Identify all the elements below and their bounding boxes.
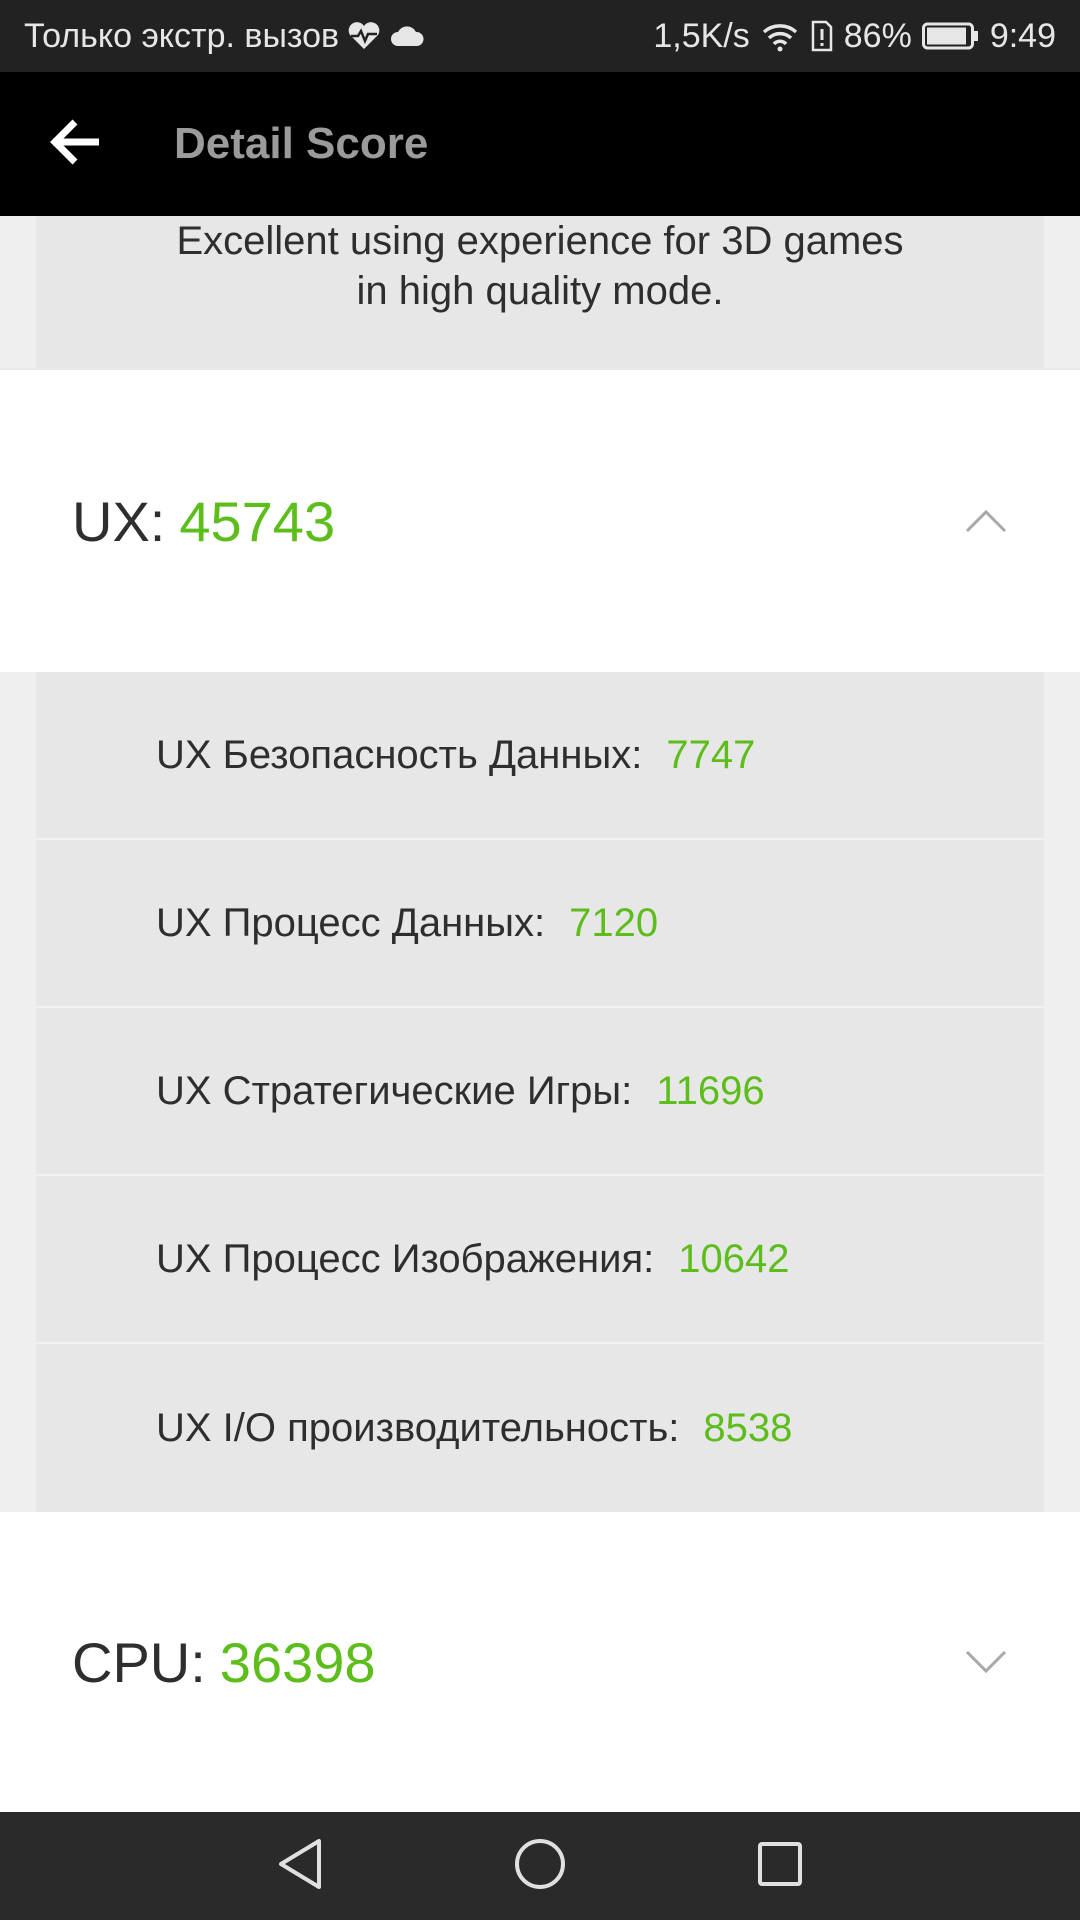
chevron-up-icon[interactable]	[956, 491, 1016, 551]
status-left: Только экстр. вызов	[24, 17, 425, 56]
sim-alert-icon	[810, 20, 834, 52]
status-bar: Только экстр. вызов 1,5K/s 86% 9:49	[0, 0, 1080, 72]
ux-item-label: UX Безопасность Данных:	[156, 732, 643, 777]
chevron-down-icon[interactable]	[956, 1632, 1016, 1692]
ux-item-label: UX I/O производительность:	[156, 1405, 680, 1450]
wifi-icon	[760, 20, 800, 52]
app-bar: Detail Score	[0, 72, 1080, 216]
arrow-left-icon	[47, 118, 103, 171]
triangle-back-icon	[275, 1837, 325, 1896]
page-title: Detail Score	[174, 119, 429, 168]
ux-item-label: UX Стратегические Игры:	[156, 1068, 633, 1113]
list-item: UX Стратегические Игры: 11696	[36, 1008, 1044, 1176]
ux-score-header[interactable]: UX: 45743	[0, 368, 1080, 672]
ux-item-value: 7747	[666, 732, 756, 777]
description-card: Excellent using experience for 3D games …	[36, 216, 1044, 368]
list-item: UX Безопасность Данных: 7747	[36, 672, 1044, 840]
ux-score-label: UX:	[72, 489, 166, 553]
detail-score-content[interactable]: Excellent using experience for 3D games …	[0, 216, 1080, 1812]
cpu-score-header[interactable]: CPU: 36398	[0, 1512, 1080, 1812]
ux-details-list: UX Безопасность Данных: 7747 UX Процесс …	[0, 672, 1080, 1512]
circle-home-icon	[513, 1837, 567, 1896]
description-line-2: in high quality mode.	[356, 269, 724, 313]
back-button[interactable]	[0, 72, 150, 216]
ux-item-value: 7120	[569, 900, 659, 945]
cpu-score-label: CPU:	[72, 1630, 206, 1694]
square-recents-icon	[755, 1839, 805, 1894]
description-section: Excellent using experience for 3D games …	[0, 216, 1080, 368]
battery-percent: 86%	[843, 16, 912, 55]
list-item: UX Процесс Данных: 7120	[36, 840, 1044, 1008]
nav-recents-button[interactable]	[735, 1821, 825, 1911]
nav-home-button[interactable]	[495, 1821, 585, 1911]
ux-score-value: 45743	[179, 489, 336, 553]
carrier-text: Только экстр. вызов	[24, 16, 340, 55]
ux-item-label: UX Процесс Данных:	[156, 900, 546, 945]
navigation-bar	[0, 1812, 1080, 1920]
cpu-score-value: 36398	[219, 1630, 376, 1694]
heart-rate-icon	[347, 21, 381, 51]
ux-item-value: 10642	[678, 1236, 790, 1281]
ux-item-value: 11696	[656, 1068, 765, 1113]
clock: 9:49	[989, 16, 1056, 55]
cloud-icon	[389, 24, 425, 48]
network-speed: 1,5K/s	[653, 16, 750, 55]
description-line-1: Excellent using experience for 3D games	[176, 219, 904, 263]
list-item: UX I/O производительность: 8538	[36, 1344, 1044, 1512]
ux-item-label: UX Процесс Изображения:	[156, 1236, 655, 1281]
nav-back-button[interactable]	[255, 1821, 345, 1911]
ux-item-value: 8538	[703, 1405, 793, 1450]
status-right: 1,5K/s 86% 9:49	[653, 17, 1056, 56]
list-item: UX Процесс Изображения: 10642	[36, 1176, 1044, 1344]
battery-icon	[921, 22, 980, 50]
